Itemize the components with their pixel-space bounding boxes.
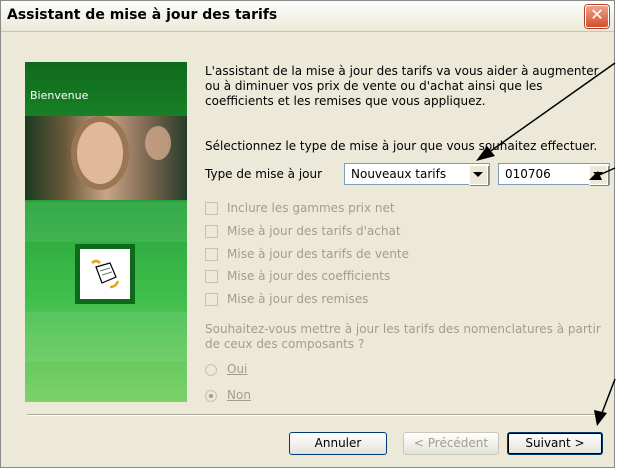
portrait-face-secondary — [145, 126, 171, 160]
portrait-face — [77, 122, 123, 184]
checkbox-box[interactable] — [205, 293, 218, 306]
checkbox-label: Inclure les gammes prix net — [227, 201, 395, 215]
decor-band — [25, 312, 187, 362]
decor-band — [25, 202, 187, 242]
wizard-icon — [75, 244, 135, 304]
checkbox-box[interactable] — [205, 202, 218, 215]
chevron-down-icon[interactable] — [469, 165, 488, 185]
portrait-image — [25, 116, 187, 200]
title-bar[interactable]: Assistant de mise à jour des tarifs ✕ — [1, 1, 614, 32]
checkbox-label: Mise à jour des remises — [227, 292, 369, 306]
radio-circle[interactable] — [205, 390, 217, 402]
intro-text: L'assistant de la mise à jour des tarifs… — [205, 64, 599, 108]
checkbox-box[interactable] — [205, 270, 218, 283]
checkbox-label: Mise à jour des tarifs de vente — [227, 247, 410, 261]
annotation-arrow — [601, 378, 616, 414]
wizard-window: Assistant de mise à jour des tarifs ✕ Bi… — [0, 0, 616, 468]
code-value: 010706 — [505, 167, 551, 181]
checkbox-box[interactable] — [205, 248, 218, 261]
checkbox-label: Mise à jour des coefficients — [227, 269, 391, 283]
welcome-label: Bienvenue — [30, 89, 89, 102]
radio-label: Oui — [227, 362, 248, 376]
annotation-arrowhead — [594, 410, 607, 426]
close-icon: ✕ — [590, 5, 604, 24]
chevron-down-icon[interactable] — [589, 165, 608, 185]
window-title: Assistant de mise à jour des tarifs — [7, 7, 278, 23]
update-type-value: Nouveaux tarifs — [351, 167, 447, 181]
footer-separator — [27, 414, 602, 416]
wizard-side-panel: Bienvenue — [25, 62, 187, 402]
radio-circle[interactable] — [205, 364, 217, 376]
checkbox-label: Mise à jour des tarifs d'achat — [227, 224, 401, 238]
previous-button[interactable]: < Précédent — [403, 432, 499, 455]
code-select[interactable]: 010706 — [498, 163, 610, 185]
update-type-select[interactable]: Nouveaux tarifs — [344, 163, 490, 185]
select-prompt: Sélectionnez le type de mise à jour que … — [205, 139, 598, 153]
next-button[interactable]: Suivant > — [507, 432, 603, 455]
update-type-label: Type de mise à jour — [205, 167, 323, 181]
checkbox-box[interactable] — [205, 225, 218, 238]
close-button[interactable]: ✕ — [585, 5, 609, 28]
bom-question: Souhaitez-vous mettre à jour les tarifs … — [205, 322, 601, 351]
radio-label: Non — [227, 388, 251, 402]
cancel-button[interactable]: Annuler — [289, 432, 387, 455]
